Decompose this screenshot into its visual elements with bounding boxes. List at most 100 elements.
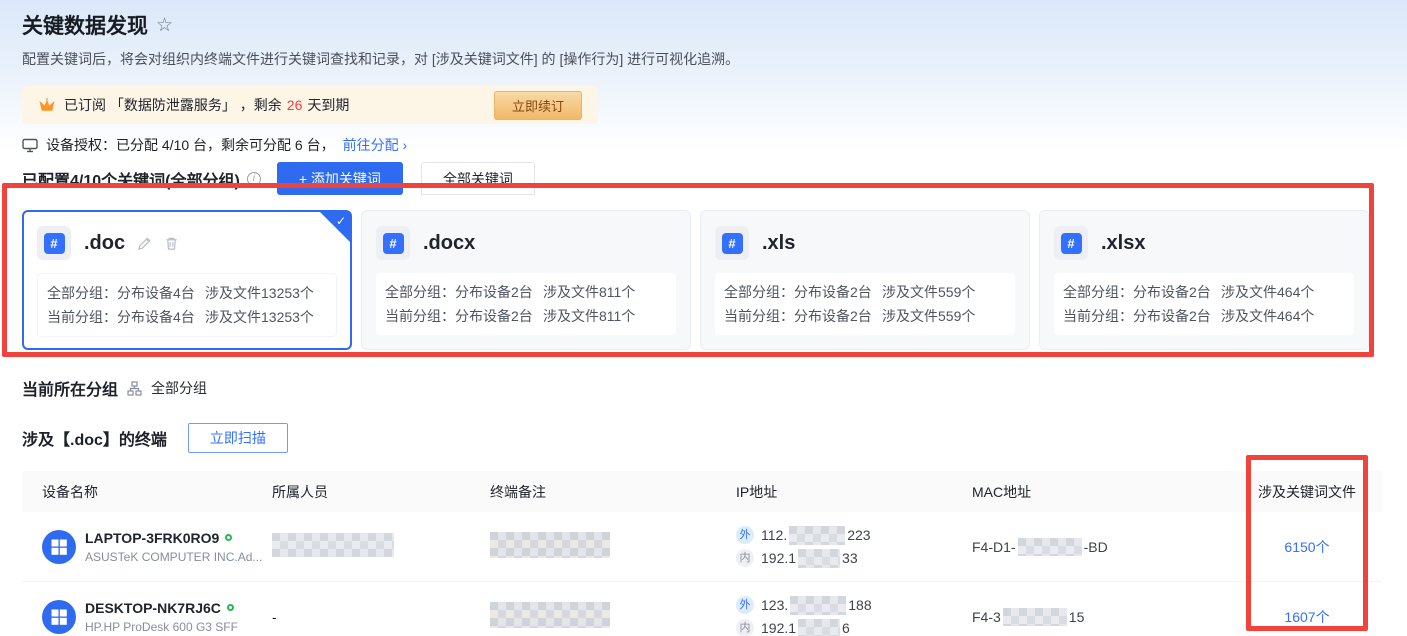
current-group-label: 当前所在分组	[22, 376, 118, 400]
internal-ip: 内 192.1 33	[736, 547, 972, 570]
keyword-card-doc[interactable]: ✓ # .doc 全部分组：分布设备4台 涉及文件13253个 当前分组：分布设…	[22, 210, 352, 350]
keyword-name: .doc	[84, 232, 125, 255]
device-name: DESKTOP-NK7RJ6C	[85, 600, 221, 616]
edit-icon[interactable]	[137, 236, 152, 251]
stat-files: 涉及文件13253个	[205, 281, 314, 305]
favorite-star-icon[interactable]: ☆	[156, 16, 173, 35]
stat-row-all-group: 全部分组：分布设备2台 涉及文件464个	[1063, 280, 1345, 304]
mac-address: F4-D1--BD	[972, 538, 1242, 556]
keyword-card-xls[interactable]: # .xls 全部分组：分布设备2台 涉及文件559个 当前分组：分布设备2台 …	[700, 210, 1030, 350]
redacted-note	[490, 602, 610, 628]
mac-prefix: F4-3	[972, 609, 1001, 625]
keywords-count-title: 已配置4/10个关键词(全部分组)	[22, 167, 240, 191]
redacted-ip	[789, 526, 845, 545]
stat-group-devices: 全部分组：分布设备4台	[47, 281, 205, 305]
delete-icon[interactable]	[164, 236, 179, 251]
mac-suffix: 15	[1069, 609, 1085, 625]
device-name: LAPTOP-3FRK0RO9	[85, 530, 219, 546]
col-owner: 所属人员	[272, 482, 490, 502]
stat-files: 涉及文件464个	[1221, 304, 1314, 328]
ip-prefix: 192.1	[761, 617, 796, 636]
subscription-prefix: 已订阅 「数据防泄露服务」 ，剩余	[64, 97, 282, 113]
org-tree-icon	[127, 381, 142, 396]
col-ip: IP地址	[736, 482, 972, 502]
stat-row-all-group: 全部分组：分布设备2台 涉及文件811个	[385, 280, 667, 304]
stat-row-current-group: 当前分组：分布设备2台 涉及文件559个	[724, 304, 1006, 328]
subscription-text: 已订阅 「数据防泄露服务」 ，剩余26天到期	[64, 95, 349, 115]
stat-files: 涉及文件464个	[1221, 280, 1314, 304]
current-group-row: 当前所在分组 全部分组	[22, 376, 1407, 400]
keywords-header: 已配置4/10个关键词(全部分组) i + 添加关键词 全部关键词	[22, 162, 1407, 195]
terminals-title: 涉及【.doc】的终端	[22, 426, 167, 450]
col-mac: MAC地址	[972, 482, 1242, 502]
keyword-card-xlsx[interactable]: # .xlsx 全部分组：分布设备2台 涉及文件464个 当前分组：分布设备2台…	[1039, 210, 1369, 350]
keyword-files-count-link[interactable]: 6150个	[1284, 539, 1329, 555]
stat-files: 涉及文件811个	[543, 280, 635, 304]
owner-value: -	[272, 609, 490, 625]
internal-ip-badge: 内	[736, 619, 754, 636]
stat-files: 涉及文件559个	[882, 304, 975, 328]
renew-button[interactable]: 立即续订	[494, 91, 582, 120]
card-stats: 全部分组：分布设备2台 涉及文件464个 当前分组：分布设备2台 涉及文件464…	[1054, 273, 1354, 335]
page-header: 关键数据发现 ☆	[22, 10, 1407, 40]
scan-now-button[interactable]: 立即扫描	[188, 423, 288, 453]
card-header: # .xls	[715, 226, 1015, 260]
public-ip: 外 123. 188	[736, 594, 972, 617]
keyword-name: .xls	[762, 232, 795, 255]
redacted-note	[490, 532, 610, 558]
stat-row-current-group: 当前分组：分布设备2台 涉及文件464个	[1063, 304, 1345, 328]
all-keywords-button[interactable]: 全部关键词	[421, 162, 535, 195]
keyword-card-docx[interactable]: # .docx 全部分组：分布设备2台 涉及文件811个 当前分组：分布设备2台…	[361, 210, 691, 350]
days-remaining: 26	[282, 97, 308, 113]
col-note: 终端备注	[490, 482, 736, 502]
keyword-hash-icon: #	[1054, 226, 1088, 260]
stat-group-devices: 当前分组：分布设备4台	[47, 305, 205, 329]
public-ip: 外 112.223	[736, 524, 972, 547]
monitor-icon	[22, 138, 38, 153]
stat-row-current-group: 当前分组：分布设备4台 涉及文件13253个	[47, 305, 327, 329]
current-group-value[interactable]: 全部分组	[151, 378, 207, 398]
terminals-table: 设备名称 所属人员 终端备注 IP地址 MAC地址 涉及关键词文件 LAPTOP…	[22, 471, 1382, 636]
stat-group-devices: 全部分组：分布设备2台	[385, 280, 543, 304]
card-header: # .doc	[37, 226, 337, 260]
ip-suffix: 33	[842, 547, 858, 570]
table-row[interactable]: LAPTOP-3FRK0RO9 ASUSTeK COMPUTER INC.Ad.…	[22, 512, 1382, 582]
subscription-banner: 已订阅 「数据防泄露服务」 ，剩余26天到期 立即续订	[22, 86, 598, 124]
mac-address: F4-3 15	[972, 608, 1242, 626]
card-stats: 全部分组：分布设备4台 涉及文件13253个 当前分组：分布设备4台 涉及文件1…	[37, 273, 337, 337]
ip-suffix: 6	[842, 617, 850, 636]
external-ip-badge: 外	[736, 596, 754, 614]
device-model: HP.HP ProDesk 600 G3 SFF	[85, 620, 238, 634]
ip-prefix: 192.1	[761, 547, 796, 570]
keyword-name: .docx	[423, 232, 475, 255]
mac-prefix: F4-D1-	[972, 539, 1016, 555]
keyword-name: .xlsx	[1101, 232, 1145, 255]
redacted-ip	[790, 596, 846, 615]
card-stats: 全部分组：分布设备2台 涉及文件811个 当前分组：分布设备2台 涉及文件811…	[376, 273, 676, 335]
online-status-icon	[227, 604, 234, 611]
windows-icon	[42, 530, 76, 564]
terminals-header: 涉及【.doc】的终端 立即扫描	[22, 423, 1407, 453]
external-ip-badge: 外	[736, 526, 754, 544]
stat-row-all-group: 全部分组：分布设备2台 涉及文件559个	[724, 280, 1006, 304]
stat-row-current-group: 当前分组：分布设备2台 涉及文件811个	[385, 304, 667, 328]
keyword-hash-icon: #	[37, 226, 71, 260]
page-title: 关键数据发现	[22, 10, 148, 40]
ip-suffix: 188	[848, 594, 871, 617]
table-header-row: 设备名称 所属人员 终端备注 IP地址 MAC地址 涉及关键词文件	[22, 471, 1382, 512]
subscription-suffix: 天到期	[307, 97, 349, 113]
go-allocate-link[interactable]: 前往分配 ›	[343, 135, 408, 155]
col-device-name: 设备名称	[42, 482, 272, 502]
add-keyword-button[interactable]: + 添加关键词	[277, 162, 403, 195]
keyword-files-count-link[interactable]: 1607个	[1284, 609, 1329, 625]
table-row[interactable]: DESKTOP-NK7RJ6C HP.HP ProDesk 600 G3 SFF…	[22, 582, 1382, 636]
info-icon[interactable]: i	[247, 172, 261, 186]
stat-files: 涉及文件559个	[882, 280, 975, 304]
ip-prefix: 123.	[761, 594, 788, 617]
stat-row-all-group: 全部分组：分布设备4台 涉及文件13253个	[47, 281, 327, 305]
keyword-hash-icon: #	[715, 226, 749, 260]
card-header: # .xlsx	[1054, 226, 1354, 260]
internal-ip-badge: 内	[736, 549, 754, 567]
stat-files: 涉及文件811个	[543, 304, 635, 328]
authorization-text: 设备授权：已分配 4/10 台，剩余可分配 6 台，	[46, 135, 335, 155]
